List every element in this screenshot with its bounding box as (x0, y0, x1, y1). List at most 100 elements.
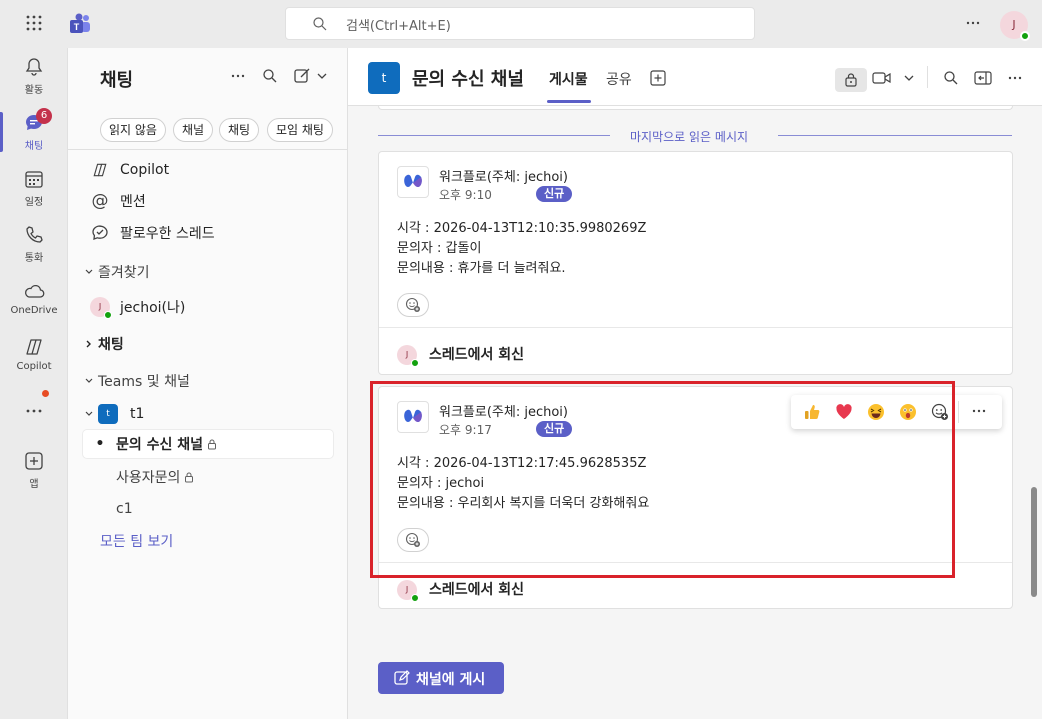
filter-channels[interactable]: 채널 (173, 118, 214, 142)
team-t1[interactable]: t t1 (84, 400, 334, 428)
add-tab-icon[interactable] (650, 70, 666, 86)
highlight-annotation-box (370, 381, 955, 578)
teams-logo-icon: T (68, 12, 92, 36)
meeting-button[interactable] (835, 68, 867, 92)
channel-item-c1[interactable]: c1 (84, 495, 334, 523)
bullet-icon: • (95, 436, 105, 452)
profile-avatar[interactable]: J (1000, 11, 1030, 41)
more-options-icon[interactable] (971, 403, 987, 419)
post-time: 오후 9:10 (439, 188, 492, 202)
chat-icon (0, 112, 68, 134)
add-reaction-button[interactable] (397, 293, 429, 317)
channel-item-user-inquiry[interactable]: 사용자문의 (84, 463, 334, 491)
video-call-icon[interactable] (872, 70, 892, 86)
channel-label: c1 (116, 501, 133, 517)
filter-meeting-chats[interactable]: 모임 채팅 (267, 118, 333, 142)
app-launcher-icon[interactable] (24, 13, 44, 33)
post-author: 워크플로(주체: jechoi) (439, 170, 568, 185)
copilot-icon (84, 161, 116, 179)
channel-post[interactable]: 워크플로(주체: jechoi) 오후 9:10 신규 시각 : 2026-04… (378, 151, 1013, 375)
post-line-requester: 문의자 : 갑돌이 (397, 241, 482, 256)
section-label: 채팅 (98, 337, 124, 353)
open-pane-icon[interactable] (974, 70, 992, 86)
divider (68, 149, 348, 150)
favorites-section-header[interactable]: 즐겨찾기 (84, 260, 150, 284)
favorite-chat-self[interactable]: J jechoi(나) (84, 293, 334, 321)
divider (379, 327, 1012, 328)
team-label: t1 (130, 406, 145, 422)
rail-onedrive[interactable]: OneDrive (0, 280, 68, 316)
rail-calls[interactable]: 통화 (0, 224, 68, 264)
channel-header: t 문의 수신 채널 게시물 공유 (348, 48, 1042, 106)
filter-chats[interactable]: 채팅 (219, 118, 260, 142)
rail-chat[interactable]: 6 채팅 (0, 108, 68, 152)
last-read-label: 마지막으로 읽은 메시지 (630, 130, 749, 144)
copilot-icon (0, 336, 68, 358)
rail-activity[interactable]: 활동 (0, 56, 68, 96)
add-app-icon (0, 450, 68, 472)
channel-label: 사용자문의 (116, 470, 181, 486)
previous-post-edge (378, 106, 1013, 110)
svg-text:T: T (74, 22, 80, 32)
presence-available-icon (104, 311, 112, 319)
rail-apps[interactable]: 앱 (0, 450, 68, 490)
avatar: J (397, 345, 419, 367)
compose-icon (394, 670, 410, 685)
presence-available-icon (411, 359, 419, 367)
rail-copilot[interactable]: Copilot (0, 336, 68, 372)
search-icon[interactable] (262, 68, 278, 84)
teams-section-header[interactable]: Teams 및 채널 (84, 369, 190, 393)
avatar-initial: J (1012, 18, 1016, 31)
chevron-down-icon (84, 267, 94, 277)
workflow-bot-icon (397, 166, 429, 198)
post-in-channel-button[interactable]: 채널에 게시 (378, 662, 504, 694)
followed-thread-icon (84, 224, 116, 242)
avatar: J (90, 297, 112, 319)
private-lock-icon (207, 439, 217, 450)
post-line-time: 시각 : 2026-04-13T12:10:35.9980269Z (397, 221, 647, 236)
private-lock-icon (184, 472, 194, 483)
nav-label: Copilot (120, 162, 170, 178)
chevron-down-icon (84, 376, 94, 386)
rail-label: Copilot (16, 361, 52, 372)
search-input[interactable]: 검색(Ctrl+Alt+E) (285, 7, 755, 40)
filter-unread[interactable]: 읽지 않음 (100, 118, 166, 142)
rail-calendar[interactable]: 일정 (0, 168, 68, 208)
scrollbar-thumb[interactable] (1031, 487, 1037, 597)
channel-item-inquiry[interactable]: • 문의 수신 채널 (84, 430, 334, 458)
chat-list-pane: 채팅 읽지 않음 채널 채팅 모임 채팅 Copilot @ 멘션 팔로우한 스… (68, 48, 348, 719)
presence-available-icon (411, 594, 419, 602)
rail-label: 활동 (24, 85, 44, 96)
rail-label: OneDrive (10, 305, 58, 316)
nav-copilot[interactable]: Copilot (84, 156, 334, 184)
channel-avatar: t (368, 62, 400, 94)
button-label: 채널에 게시 (416, 672, 486, 688)
nav-followed-threads[interactable]: 팔로우한 스레드 (84, 219, 334, 247)
rail-more-apps[interactable] (0, 400, 68, 425)
channel-label: 문의 수신 채널 (116, 437, 204, 453)
tab-posts[interactable]: 게시물 (549, 69, 588, 89)
tab-shared[interactable]: 공유 (606, 69, 632, 89)
more-options-icon[interactable] (230, 68, 246, 84)
more-options-icon[interactable] (1007, 70, 1023, 86)
avatar: J (397, 580, 419, 602)
nav-mentions[interactable]: @ 멘션 (84, 187, 334, 215)
notification-dot (42, 390, 49, 397)
search-icon (312, 16, 328, 32)
more-options-icon[interactable] (965, 15, 981, 31)
rail-active-indicator (0, 112, 3, 152)
last-read-divider: 마지막으로 읽은 메시지 (378, 128, 1012, 144)
divider (958, 401, 959, 423)
reply-in-thread-button[interactable]: 스레드에서 회신 (429, 344, 524, 364)
emoji-add-icon (398, 297, 428, 313)
search-icon[interactable] (943, 70, 959, 86)
all-teams-link[interactable]: 모든 팀 보기 (100, 531, 173, 551)
nav-label: 팔로우한 스레드 (120, 226, 215, 242)
new-chat-icon[interactable] (294, 68, 328, 84)
nav-label: 멘션 (120, 194, 146, 210)
section-label: 즐겨찾기 (98, 265, 150, 281)
chats-section-header[interactable]: 채팅 (84, 332, 124, 356)
chevron-right-icon (84, 339, 94, 349)
chevron-down-icon[interactable] (903, 72, 915, 84)
reply-in-thread-button[interactable]: 스레드에서 회신 (429, 579, 524, 599)
